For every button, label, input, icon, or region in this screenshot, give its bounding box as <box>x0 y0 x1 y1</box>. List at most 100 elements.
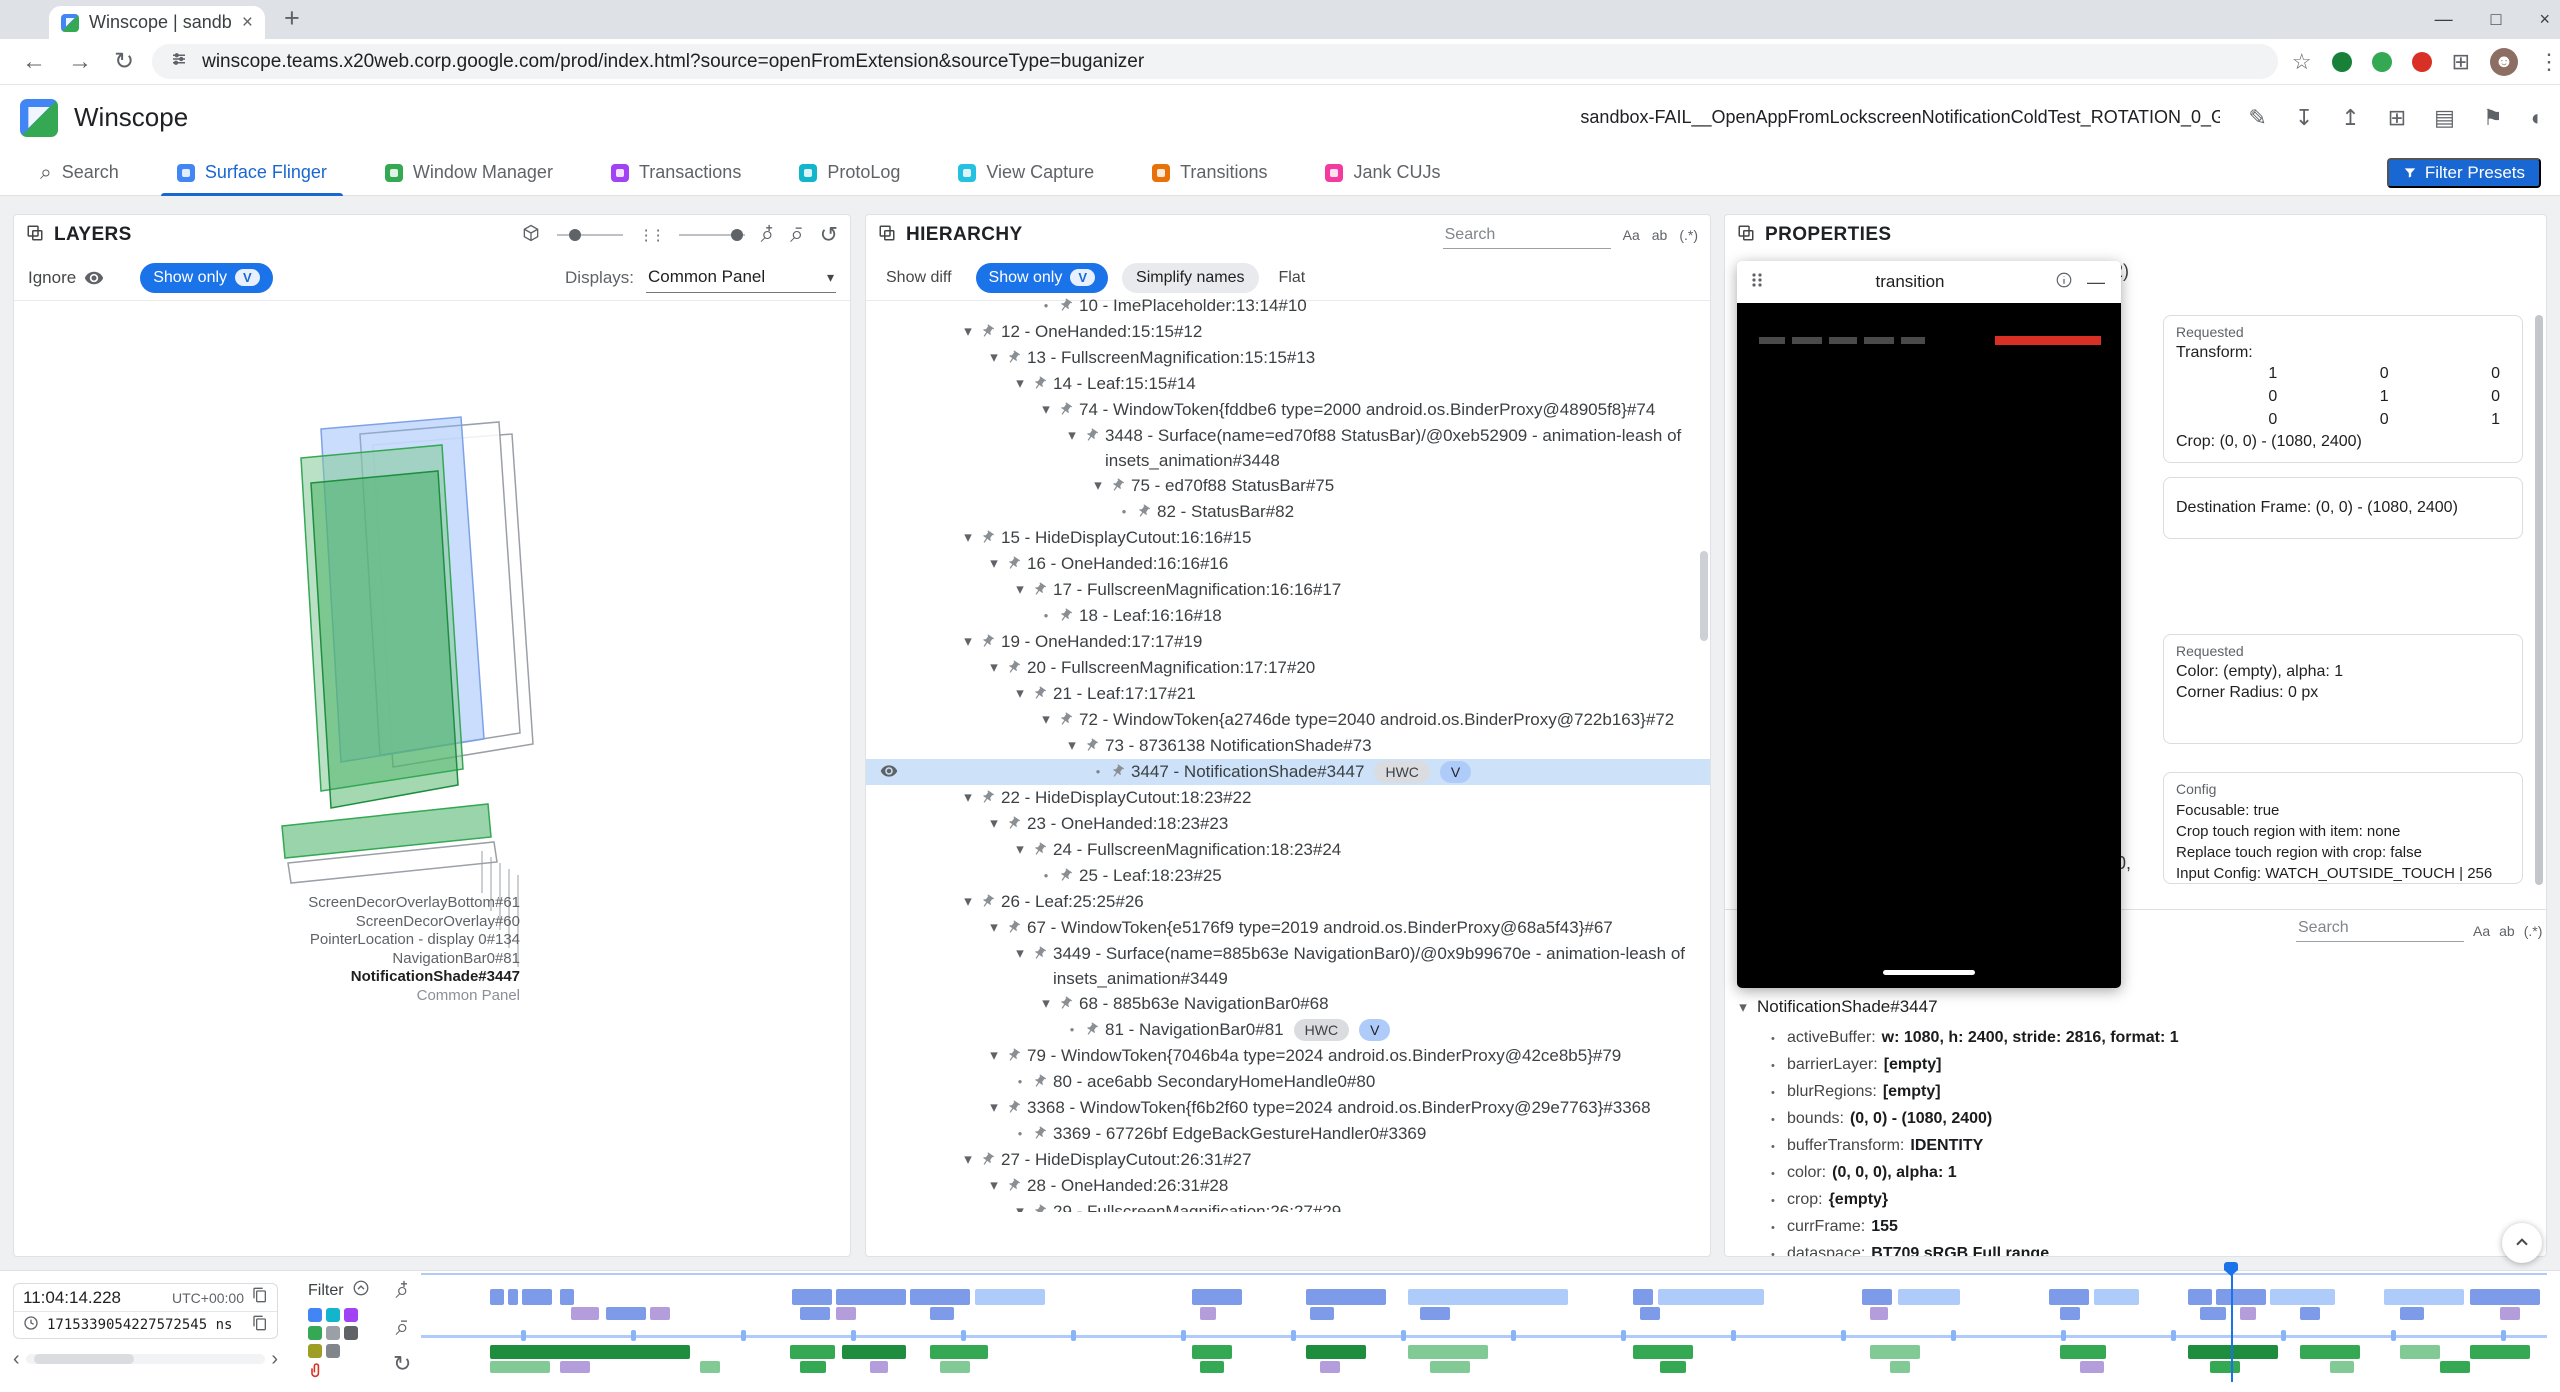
timeline-segment[interactable] <box>1870 1345 1920 1359</box>
tab-protolog[interactable]: ProtoLog <box>799 150 900 196</box>
expand-timeline-button[interactable] <box>2502 1223 2542 1263</box>
tree-row[interactable]: ▾17 - FullscreenMagnification:16:16#17 <box>866 577 1710 603</box>
expand-arrow-icon[interactable]: ▾ <box>984 1095 1004 1120</box>
expand-arrow-icon[interactable]: ▾ <box>1088 473 1108 498</box>
timeline-segment[interactable] <box>1200 1361 1224 1373</box>
tree-row[interactable]: ▾24 - FullscreenMagnification:18:23#24 <box>866 837 1710 863</box>
expand-arrow-icon[interactable]: ▾ <box>984 915 1004 940</box>
extensions-puzzle-icon[interactable]: ⊞ <box>2452 49 2470 75</box>
window-close-button[interactable]: × <box>2539 9 2550 30</box>
pin-icon[interactable] <box>1081 1019 1102 1040</box>
expand-arrow-icon[interactable]: ▾ <box>958 785 978 810</box>
expand-arrow-icon[interactable]: ▾ <box>958 889 978 914</box>
timeline-segment[interactable] <box>1192 1345 1232 1359</box>
expand-arrow-icon[interactable]: ▾ <box>984 811 1004 836</box>
timeline-segment[interactable] <box>560 1289 574 1305</box>
timeline-segment[interactable] <box>1310 1307 1334 1320</box>
timeline-segment[interactable] <box>910 1289 970 1305</box>
download-icon[interactable]: ↧ <box>2295 105 2313 131</box>
expand-arrow-icon[interactable]: ▾ <box>1010 1199 1030 1212</box>
timeline-segment[interactable] <box>1898 1289 1960 1305</box>
property-row[interactable]: •crop:{empty} <box>1771 1187 2538 1214</box>
browser-menu-icon[interactable]: ⋮ <box>2538 49 2560 75</box>
spacing-slider[interactable] <box>679 234 745 236</box>
tab-view-capture[interactable]: View Capture <box>958 150 1094 196</box>
expand-arrow-icon[interactable]: ▾ <box>984 345 1004 370</box>
expand-arrow-icon[interactable]: ▾ <box>984 1043 1004 1068</box>
properties-scrollbar[interactable] <box>2535 315 2543 885</box>
pin-icon[interactable] <box>1003 657 1024 678</box>
timeline-segment[interactable] <box>2216 1289 2266 1305</box>
timeline-segment[interactable] <box>792 1289 832 1305</box>
expand-arrow-icon[interactable]: ▾ <box>1062 423 1082 448</box>
pin-icon[interactable] <box>1107 475 1128 496</box>
trace-type-icon[interactable] <box>344 1326 358 1340</box>
show-diff-toggle[interactable]: Show diff <box>880 269 958 287</box>
timeline-segment[interactable] <box>1430 1361 1470 1373</box>
window-minimize-button[interactable]: — <box>2435 9 2453 30</box>
timeline-cursor[interactable] <box>2231 1269 2233 1382</box>
timeline-segment[interactable] <box>2440 1361 2470 1373</box>
tree-row[interactable]: ▾3448 - Surface(name=ed70f88 StatusBar)/… <box>866 423 1710 473</box>
timeline-segment[interactable] <box>1660 1361 1686 1373</box>
timeline-segment[interactable] <box>650 1307 670 1320</box>
expand-arrow-icon[interactable]: ▾ <box>984 1173 1004 1198</box>
match-case-icon[interactable]: Aa <box>1623 227 1640 243</box>
expand-arrow-icon[interactable]: ▾ <box>1010 941 1030 966</box>
property-row[interactable]: •barrierLayer:[empty] <box>1771 1052 2538 1079</box>
tab-window-manager[interactable]: Window Manager <box>385 150 553 196</box>
pin-icon[interactable] <box>1029 683 1050 704</box>
timeline-segment[interactable] <box>2049 1289 2089 1305</box>
pin-icon[interactable] <box>1055 605 1076 626</box>
tree-row[interactable]: ▾12 - OneHanded:15:15#12 <box>866 319 1710 345</box>
timeline-segment[interactable] <box>508 1289 518 1305</box>
trace-type-icon[interactable] <box>344 1308 358 1322</box>
layer-rect[interactable] <box>311 471 458 808</box>
tree-row[interactable]: ▾23 - OneHanded:18:23#23 <box>866 811 1710 837</box>
timeline-segment[interactable] <box>836 1307 856 1320</box>
timeline-segment[interactable] <box>1658 1289 1764 1305</box>
timeline-segment[interactable] <box>2210 1361 2240 1373</box>
expand-arrow-icon[interactable]: ▾ <box>1010 681 1030 706</box>
url-bar[interactable]: winscope.teams.x20web.corp.google.com/pr… <box>152 44 2278 79</box>
pin-icon[interactable] <box>1029 1071 1050 1092</box>
timeline-segment[interactable] <box>930 1345 988 1359</box>
pin-icon[interactable] <box>1029 943 1050 964</box>
expand-arrow-icon[interactable]: ▾ <box>958 319 978 344</box>
timeline-segment[interactable] <box>1633 1289 1653 1305</box>
tab-transactions[interactable]: Transactions <box>611 150 741 196</box>
documentation-icon[interactable]: ▤ <box>2434 105 2455 131</box>
timeline-segment[interactable] <box>2470 1289 2540 1305</box>
tree-row[interactable]: ●18 - Leaf:16:16#18 <box>866 603 1710 629</box>
property-row[interactable]: •dataspace:BT709 sRGB Full range <box>1771 1241 2538 1257</box>
scroll-left-icon[interactable]: ‹ <box>13 1348 20 1371</box>
scroll-thumb[interactable] <box>34 1354 134 1364</box>
timeline-segment[interactable] <box>2330 1361 2354 1373</box>
timeline-segment[interactable] <box>1890 1361 1910 1373</box>
timeline-segment[interactable] <box>1306 1345 1366 1359</box>
property-row[interactable]: •blurRegions:[empty] <box>1771 1079 2538 1106</box>
tree-row[interactable]: ▾26 - Leaf:25:25#26 <box>866 889 1710 915</box>
timeline-segment[interactable] <box>2300 1345 2360 1359</box>
property-row[interactable]: •bufferTransform:IDENTITY <box>1771 1133 2538 1160</box>
pin-icon[interactable] <box>1107 761 1128 782</box>
tree-row[interactable]: ●3369 - 67726bf EdgeBackGestureHandler0#… <box>866 1121 1710 1147</box>
pin-icon[interactable] <box>1029 373 1050 394</box>
timeline-segment[interactable] <box>940 1361 970 1373</box>
pin-icon[interactable] <box>1081 735 1102 756</box>
timeline-segment[interactable] <box>1633 1345 1693 1359</box>
timeline-segment[interactable] <box>2384 1289 2464 1305</box>
timeline-segment[interactable] <box>1306 1289 1386 1305</box>
copy-icon[interactable] <box>252 1287 268 1308</box>
pin-icon[interactable] <box>1081 425 1102 446</box>
timeline-segment[interactable] <box>1200 1307 1216 1320</box>
timeline-segment[interactable] <box>1640 1307 1660 1320</box>
profile-avatar[interactable]: ☻ <box>2490 48 2518 76</box>
info-icon[interactable] <box>2055 271 2073 294</box>
tree-row[interactable]: ▾14 - Leaf:15:15#14 <box>866 371 1710 397</box>
pin-icon[interactable] <box>1003 1045 1024 1066</box>
pin-icon[interactable] <box>977 321 998 342</box>
tab-search[interactable]: ⌕Search <box>40 150 119 196</box>
report-bug-icon[interactable]: ⚑ <box>2483 105 2503 131</box>
collapse-filter-icon[interactable] <box>352 1279 370 1302</box>
